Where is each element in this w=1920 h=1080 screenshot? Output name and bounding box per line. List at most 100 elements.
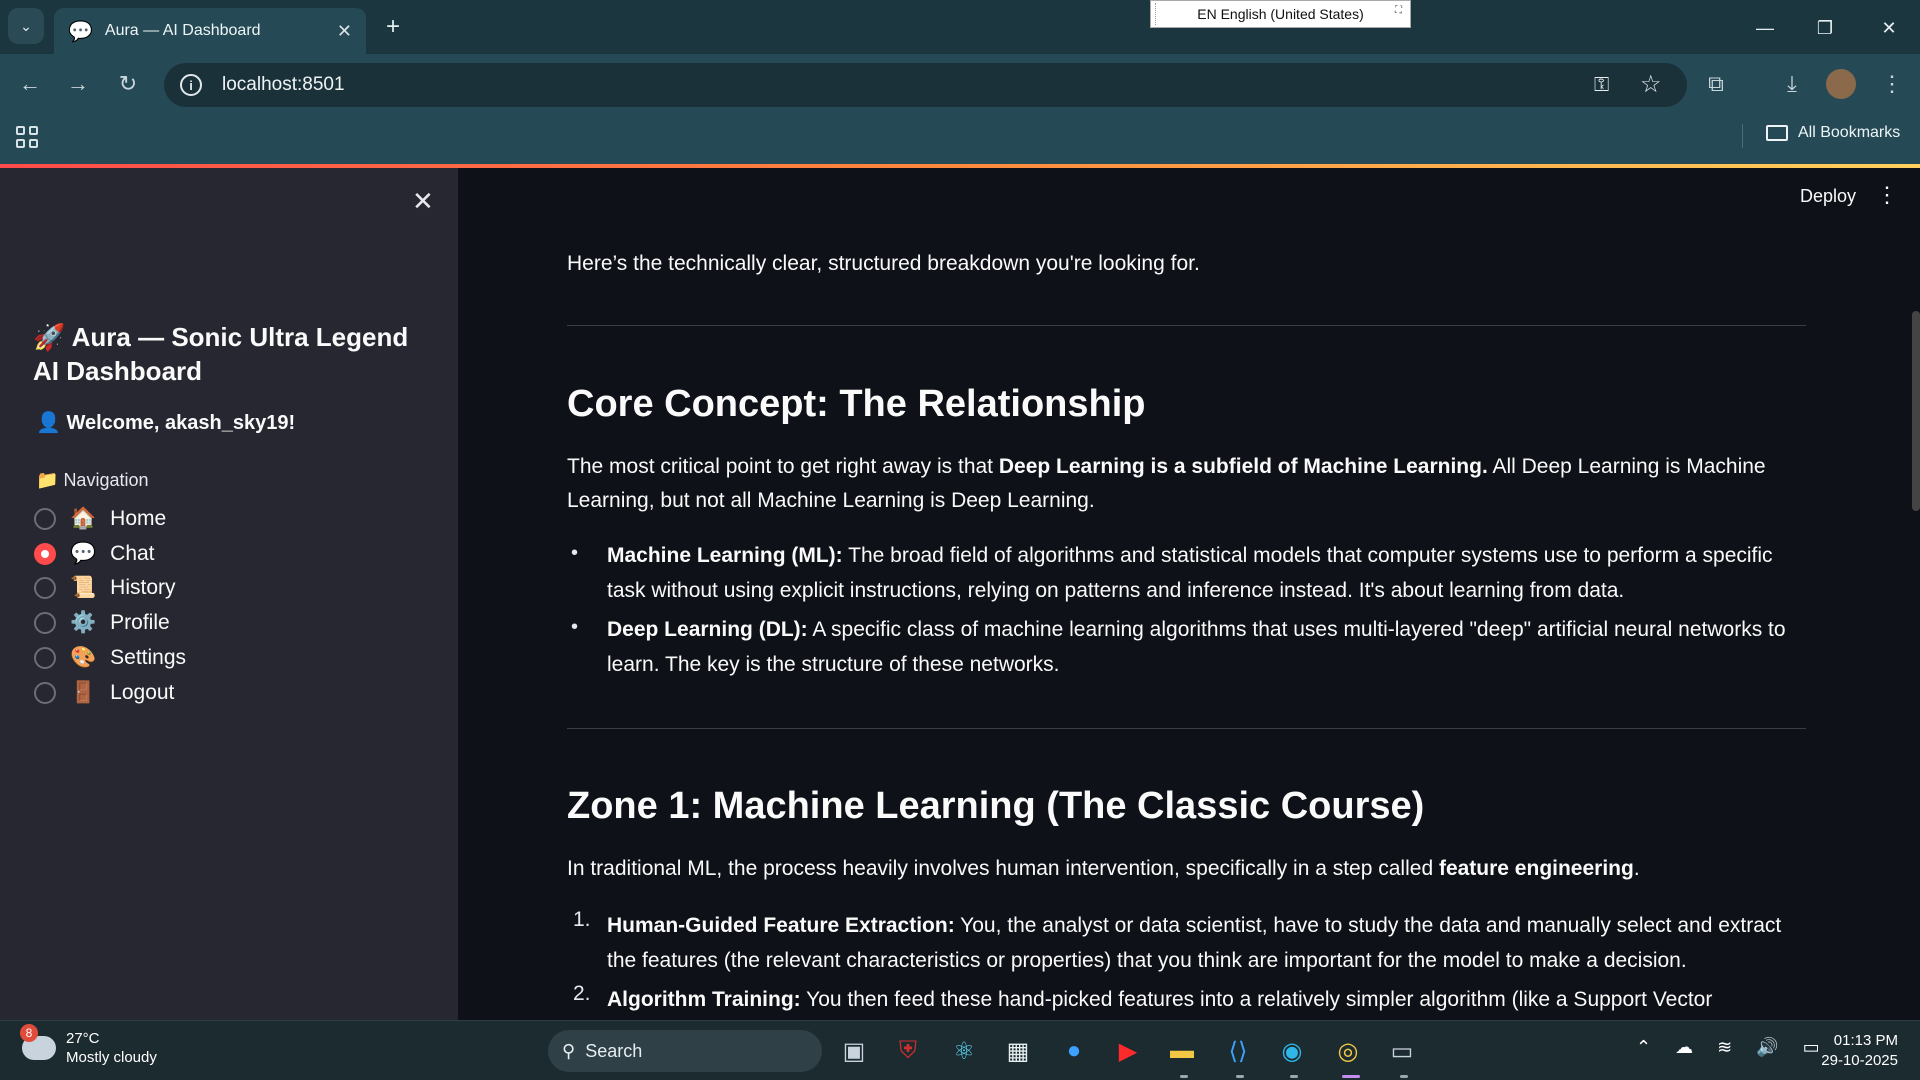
paragraph-text: The most critical point to get right awa… (567, 455, 999, 478)
terminal-icon[interactable]: ▭ (1386, 1035, 1418, 1067)
close-sidebar-icon[interactable]: ✕ (412, 186, 434, 217)
close-tab-icon[interactable]: ✕ (337, 21, 352, 42)
radio-button-selected[interactable] (34, 543, 56, 565)
download-icon[interactable]: ⤓ (1776, 68, 1808, 100)
running-indicator (1236, 1075, 1244, 1078)
active-tab[interactable]: 💬 Aura — AI Dashboard ✕ (54, 8, 366, 54)
menu-kebab-icon[interactable]: ⋮ (1876, 68, 1908, 100)
search-label: Search (585, 1040, 643, 1061)
nav-label-profile: Profile (110, 611, 170, 634)
store-icon[interactable]: ▦ (1002, 1035, 1034, 1067)
vscode-icon[interactable]: ⟨⟩ (1222, 1035, 1254, 1067)
apps-grid-icon[interactable] (16, 126, 38, 148)
react-icon[interactable]: ⚛ (948, 1035, 980, 1067)
close-window-button[interactable]: ✕ (1864, 8, 1914, 48)
search-icon: ⚲ (562, 1040, 576, 1061)
nav-radio-settings[interactable]: 🎨 Settings (34, 643, 186, 673)
list-item: Human-Guided Feature Extraction: You, th… (607, 908, 1787, 978)
file-explorer-icon[interactable]: ▬ (1166, 1035, 1198, 1067)
folder-icon: 📁 (36, 470, 59, 490)
paragraph-text: . (1633, 857, 1640, 880)
list-item-term: Algorithm Training: (607, 988, 801, 1011)
extensions-icon[interactable]: ⧉ (1700, 68, 1732, 100)
app-title-text: Aura — Sonic Ultra Legend AI Dashboard (33, 322, 409, 386)
clock[interactable]: 01:13 PM 29-10-2025 (1821, 1031, 1898, 1071)
windows-start-icon[interactable] (502, 1036, 532, 1066)
nav-radio-home[interactable]: 🏠 Home (34, 504, 166, 534)
paragraph-text: In traditional ML, the process heavily i… (567, 857, 1439, 880)
task-view-icon[interactable]: ▣ (838, 1035, 870, 1067)
nav-label-settings: Settings (110, 646, 187, 669)
reload-icon[interactable]: ↻ (112, 68, 144, 100)
mcafee-icon[interactable]: ⛨ (892, 1035, 924, 1067)
system-tray: ⌃ ☁ ≋ 🔊 ▭ (1636, 1037, 1820, 1058)
battery-icon[interactable]: ▭ (1803, 1037, 1820, 1058)
forward-arrow-icon[interactable]: → (62, 68, 94, 100)
nav-label-home: Home (110, 507, 167, 530)
list-item-term: Human-Guided Feature Extraction: (607, 914, 955, 937)
nav-radio-logout[interactable]: 🚪 Logout (34, 678, 174, 708)
list-item-term: Deep Learning (DL): (607, 618, 808, 641)
list-item: Deep Learning (DL): A specific class of … (607, 612, 1787, 682)
section-heading: Zone 1: Machine Learning (The Classic Co… (567, 785, 1425, 827)
wifi-icon[interactable]: ≋ (1717, 1037, 1732, 1058)
nav-label-chat: Chat (110, 542, 155, 565)
time: 01:13 PM (1833, 1032, 1898, 1049)
weather-widget[interactable]: 8 27°C Mostly cloudy (20, 1024, 157, 1067)
welcome-text: Welcome, akash_sky19! (66, 412, 296, 434)
bookmarks-divider (1742, 124, 1743, 148)
bookmark-star-icon[interactable]: ☆ (1640, 70, 1662, 99)
main-menu-icon[interactable]: ⋮ (1876, 182, 1898, 208)
navigation-label: 📁 Navigation (36, 470, 149, 491)
youtube-icon[interactable]: ▶ (1112, 1035, 1144, 1067)
radio-button[interactable] (34, 647, 56, 669)
radio-button[interactable] (34, 682, 56, 704)
tab-title: Aura — AI Dashboard (104, 22, 261, 39)
radio-button[interactable] (34, 577, 56, 599)
back-arrow-icon[interactable]: ← (14, 68, 46, 100)
scrollbar[interactable] (1912, 311, 1920, 511)
edge-icon[interactable]: ◉ (1276, 1035, 1308, 1067)
nav-radio-history[interactable]: 📜 History (34, 573, 176, 603)
nav-radio-chat[interactable]: 💬 Chat (34, 539, 155, 569)
home-icon: 🏠 (70, 507, 97, 530)
paragraph-bold: Deep Learning is a subfield of Machine L… (998, 455, 1488, 478)
gear-icon: ⚙️ (70, 611, 97, 634)
app-title: 🚀 Aura — Sonic Ultra Legend AI Dashboard (33, 320, 433, 388)
chevron-up-icon[interactable]: ⌃ (1636, 1037, 1651, 1058)
nav-radio-profile[interactable]: ⚙️ Profile (34, 608, 170, 638)
minimize-button[interactable]: — (1740, 8, 1790, 48)
chrome-icon[interactable]: ◎ (1332, 1035, 1364, 1067)
address-bar[interactable]: i localhost:8501 (164, 63, 1687, 107)
language-indicator[interactable]: EN English (United States) ⛶ (1150, 0, 1411, 28)
radio-button[interactable] (34, 612, 56, 634)
onedrive-icon[interactable]: ☁ (1675, 1037, 1693, 1058)
key-icon[interactable]: ⚿ (1594, 74, 1609, 97)
list-item-term: Machine Learning (ML): (607, 544, 843, 567)
radio-button[interactable] (34, 508, 56, 530)
url-text: localhost:8501 (222, 74, 345, 95)
weather-badge: 8 (20, 1024, 38, 1042)
windows-taskbar: 8 27°C Mostly cloudy ⚲ Search ▣ ⛨ ⚛ ▦ ● … (0, 1020, 1920, 1080)
weather-condition: Mostly cloudy (66, 1049, 157, 1066)
profile-avatar[interactable] (1826, 69, 1856, 99)
section-paragraph: In traditional ML, the process heavily i… (567, 852, 1806, 886)
list-number: 1. (573, 908, 591, 931)
site-info-icon[interactable]: i (180, 74, 202, 96)
list-number: 2. (573, 982, 591, 1005)
volume-icon[interactable]: 🔊 (1756, 1037, 1778, 1058)
new-tab-button[interactable]: + (378, 12, 408, 42)
docker-icon[interactable]: ● (1058, 1035, 1090, 1067)
section-heading: Core Concept: The Relationship (567, 383, 1146, 425)
tab-search-button[interactable]: ⌄ (8, 8, 44, 44)
restore-button[interactable]: ❐ (1800, 8, 1850, 48)
all-bookmarks-button[interactable]: All Bookmarks (1766, 124, 1900, 142)
speech-bubble-icon: 💬 (68, 20, 93, 43)
resize-icon: ⛶ (1395, 5, 1402, 16)
door-icon: 🚪 (70, 681, 97, 704)
deploy-button[interactable]: Deploy (1800, 186, 1856, 207)
rocket-icon: 🚀 (33, 322, 66, 352)
taskbar-search[interactable]: ⚲ Search (548, 1030, 822, 1072)
bullet-list: • Machine Learning (ML): The broad field… (567, 538, 1806, 688)
nav-label-logout: Logout (110, 681, 175, 704)
